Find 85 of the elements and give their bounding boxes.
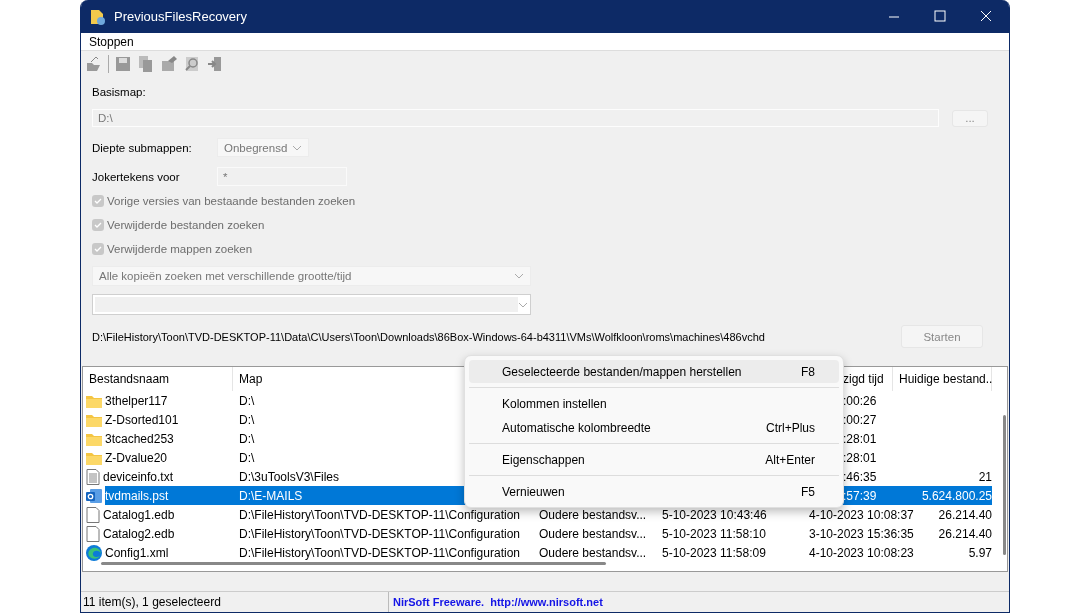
table-cell: 5-10-2023 10:43:46 — [662, 507, 767, 522]
copy-icon[interactable] — [137, 55, 155, 73]
table-cell: :57:39 — [843, 488, 877, 503]
menu-item[interactable]: Vernieuwen F5 — [469, 480, 839, 503]
file-name[interactable]: Catalog2.edb — [103, 526, 175, 541]
swirl-icon — [86, 544, 102, 561]
depth-label: Diepte submappen: — [92, 141, 193, 154]
table-cell: 5-10-2023 11:58:09 — [662, 545, 766, 560]
menu-item[interactable]: Automatische kolombreedte Ctrl+Plus — [469, 416, 839, 439]
exit-icon[interactable] — [206, 55, 224, 73]
current-path: D:\FileHistory\Toon\TVD-DESKTOP-11\Data\C\Users\Toon\Downloads\86Box-Windows-64-b4311\VMs\Wolfkloon\roms\machines\486vchd — [92, 330, 765, 343]
file-name[interactable]: 3thelper117 — [105, 393, 168, 408]
folder-icon — [86, 393, 102, 408]
open-icon[interactable] — [85, 55, 103, 73]
table-cell: D:\FileHistory\Toon\TVD-DESKTOP-11\Configuration — [239, 526, 520, 541]
folder-icon — [86, 412, 102, 427]
table-cell: 5.624.800.25 — [921, 488, 992, 503]
table-cell: :00:26 — [843, 393, 877, 408]
table-cell: D:\ — [239, 431, 255, 446]
file-icon — [86, 525, 100, 542]
chevron-down-icon — [514, 273, 524, 279]
column-header[interactable]: Map — [239, 372, 263, 386]
table-cell: D:\E-MAILS — [239, 488, 303, 503]
checkbox-label: Verwijderde mappen zoeken — [107, 243, 253, 255]
table-cell: :28:01 — [843, 431, 877, 446]
app-icon — [89, 7, 107, 26]
file-name[interactable]: Config1.xml — [105, 545, 169, 560]
mail-file-icon — [86, 487, 102, 504]
menu-item[interactable]: Stoppen — [87, 34, 136, 49]
window-title: PreviousFilesRecovery — [114, 9, 248, 24]
base-folder-label: Basismap: — [92, 86, 147, 100]
file-name[interactable]: Catalog1.edb — [103, 507, 175, 522]
menu-item[interactable]: Kolommen instellen — [469, 392, 839, 415]
table-cell: 26.214.40 — [938, 526, 992, 541]
table-cell: 5.97 — [968, 545, 992, 560]
file-name[interactable]: tvdmails.pst — [105, 486, 233, 505]
file-name[interactable]: Z-Dvalue20 — [105, 450, 168, 465]
table-cell: 26.214.40 — [938, 507, 992, 522]
table-cell: D:\FileHistory\Toon\TVD-DESKTOP-11\Configuration — [239, 507, 520, 522]
file-name[interactable]: 3tcached253 — [105, 431, 174, 446]
file-name[interactable]: deviceinfo.txt — [103, 469, 174, 484]
table-cell: D:\FileHistory\Toon\TVD-DESKTOP-11\Configuration — [239, 545, 520, 560]
filter-dropdown[interactable] — [92, 294, 531, 315]
status-text: 11 item(s), 1 geselecteerd — [83, 595, 221, 609]
credit-link[interactable]: NirSoft Freeware. http://www.nirsoft.net — [389, 596, 603, 608]
table-cell: 4-10-2023 10:08:37 — [809, 507, 914, 522]
table-cell: Oudere bestandsv... — [539, 526, 647, 541]
file-icon — [86, 506, 100, 523]
table-cell: 21 — [978, 469, 992, 484]
table-cell: 4-10-2023 10:08:23 — [809, 545, 914, 560]
mode-dropdown[interactable]: Alle kopieën zoeken met verschillende grootte/tijd — [92, 266, 531, 286]
table-cell: Oudere bestandsv... — [539, 545, 647, 560]
chevron-down-icon — [292, 144, 302, 151]
base-folder-field[interactable]: D:\ — [92, 109, 939, 127]
chevron-down-icon — [518, 301, 528, 308]
table-cell: D:\3uToolsV3\Files — [239, 469, 340, 484]
table-cell: 3-10-2023 15:36:35 — [809, 526, 914, 541]
folder-icon — [86, 431, 102, 446]
scrollbar[interactable] — [1003, 415, 1006, 555]
table-cell: 5-10-2023 11:58:10 — [662, 526, 766, 541]
report-icon[interactable] — [160, 55, 178, 73]
table-cell: Oudere bestandsv... — [539, 507, 647, 522]
table-cell: :46:35 — [843, 469, 877, 484]
column-header[interactable]: zigd tijd — [843, 372, 884, 386]
folder-icon — [86, 450, 102, 465]
save-icon[interactable] — [114, 55, 132, 73]
wildcard-label: Jokertekens voor — [92, 170, 181, 183]
depth-dropdown[interactable]: Onbegrensd — [217, 138, 309, 157]
text-file-icon — [86, 468, 100, 485]
menu-item[interactable]: Geselecteerde bestanden/mappen herstellen F8 — [469, 360, 839, 383]
menu-item[interactable]: Eigenschappen Alt+Enter — [469, 448, 839, 471]
column-header[interactable]: Huidige bestand.. — [899, 372, 993, 386]
scrollbar[interactable] — [101, 562, 606, 565]
search-icon[interactable] — [183, 55, 201, 73]
checkbox-label: Vorige versies van bestaande bestanden zoeken — [107, 195, 356, 207]
column-header[interactable]: Bestandsnaam — [89, 372, 170, 386]
wildcard-field[interactable]: * — [217, 167, 347, 186]
table-cell: :00:27 — [843, 412, 877, 427]
file-name[interactable]: Z-Dsorted101 — [105, 412, 179, 427]
checkbox-label: Verwijderde bestanden zoeken — [107, 219, 265, 231]
table-cell: D:\ — [239, 393, 255, 408]
table-cell: :28:01 — [843, 450, 877, 465]
browse-button[interactable]: ... — [952, 109, 988, 127]
table-cell: D:\ — [239, 412, 255, 427]
table-cell: D:\ — [239, 450, 255, 465]
